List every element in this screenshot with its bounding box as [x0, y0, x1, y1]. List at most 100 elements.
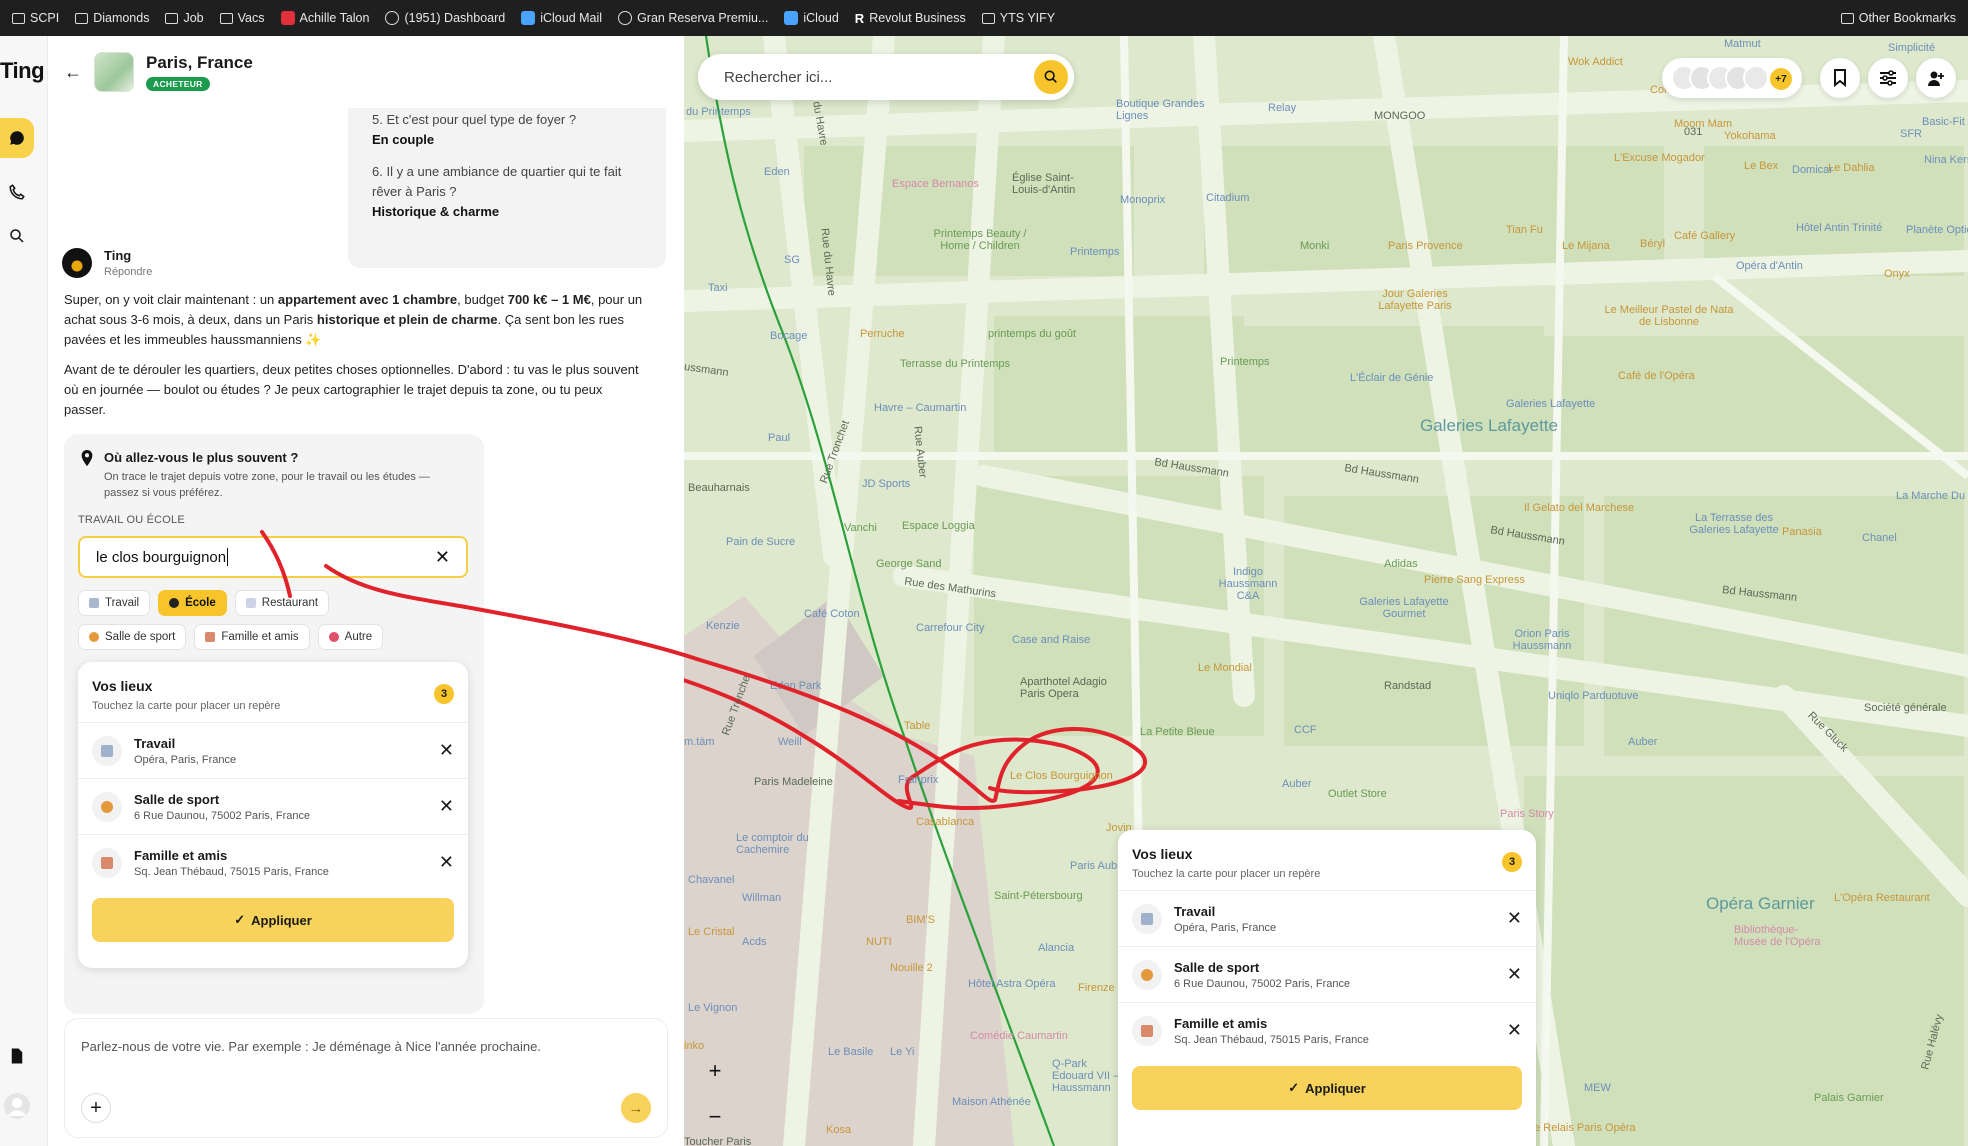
map-label-perruche[interactable]: Perruche — [860, 328, 905, 340]
map-label-carrefour[interactable]: Carrefour City — [916, 622, 984, 634]
map-label-aparthotel[interactable]: Aparthotel Adagio Paris Opera — [1020, 676, 1130, 700]
map-label-planete[interactable]: Planète Optic — [1906, 224, 1968, 236]
chip-famille-amis[interactable]: Famille et amis — [194, 624, 310, 650]
bookmark-dashboard[interactable]: (1951) Dashboard — [377, 6, 513, 30]
map-label-palais-garnier[interactable]: Palais Garnier — [1814, 1092, 1884, 1104]
map-label-panasia[interactable]: Panasia — [1782, 526, 1822, 538]
map-label-alancia[interactable]: Alancia — [1038, 942, 1074, 954]
chip-travail[interactable]: Travail — [78, 590, 151, 616]
map-label-eglise[interactable]: Église Saint-Louis-d'Antin — [1012, 172, 1102, 196]
map-label-galeries[interactable]: Galeries Lafayette — [1420, 416, 1558, 436]
map-label-sfr[interactable]: SFR — [1900, 128, 1922, 140]
map-label-maison-athenee[interactable]: Maison Athénée — [952, 1096, 1031, 1108]
remove-icon[interactable]: ✕ — [439, 796, 454, 817]
zoom-out-button[interactable]: − — [698, 1100, 732, 1134]
remove-icon[interactable]: ✕ — [1507, 964, 1522, 985]
map-label-moom-mam[interactable]: Moom Mam — [1674, 118, 1732, 130]
map-label-mew[interactable]: MEW — [1584, 1082, 1611, 1094]
profile-nav-button[interactable] — [0, 1086, 34, 1126]
map-view[interactable]: Galeries Lafayette Opéra Garnier Bd Haus… — [684, 36, 1968, 1146]
bookmark-yts[interactable]: YTS YIFY — [974, 6, 1063, 30]
map-label-petite-bleue[interactable]: La Petite Bleue — [1140, 726, 1215, 738]
back-arrow-icon[interactable]: ← — [64, 62, 82, 83]
map-label-domicar[interactable]: Domicar — [1792, 164, 1833, 176]
map-label-relay[interactable]: Relay — [1268, 102, 1296, 114]
chat-nav-button[interactable] — [0, 118, 34, 158]
zoom-in-button[interactable]: + — [698, 1054, 732, 1088]
remove-icon[interactable]: ✕ — [439, 852, 454, 873]
apply-button[interactable]: ✓ Appliquer — [1132, 1066, 1522, 1110]
bookmark-revolut[interactable]: R Revolut Business — [847, 6, 974, 30]
map-label-madeleine[interactable]: Paris Madeleine — [754, 776, 833, 788]
map-label-willman[interactable]: Willman — [742, 892, 781, 904]
map-label-dahlia[interactable]: Le Dahlia — [1828, 162, 1874, 174]
map-label-mtam[interactable]: m.tàm — [684, 736, 715, 748]
map-label-orion[interactable]: Orion Paris Haussmann — [1502, 628, 1582, 652]
map-label-table[interactable]: Table — [904, 720, 930, 732]
map-label-firenze[interactable]: Firenze — [1078, 982, 1115, 994]
map-label-monki[interactable]: Monki — [1300, 240, 1329, 252]
map-label-bocage[interactable]: Bocage — [770, 330, 807, 342]
add-user-button[interactable] — [1916, 58, 1956, 98]
bookmark-icloud[interactable]: iCloud — [776, 6, 846, 30]
filters-button[interactable] — [1868, 58, 1908, 98]
place-row[interactable]: Famille et amis Sq. Jean Thébaud, 75015 P… — [78, 834, 468, 890]
map-label-vignon[interactable]: Le Vignon — [688, 1002, 737, 1014]
map-label-paul[interactable]: Paul — [768, 432, 790, 444]
map-label-trinite[interactable]: Hôtel Antin Trinité — [1796, 222, 1882, 234]
map-label-george-sand[interactable]: George Sand — [876, 558, 941, 570]
map-label-auber-station[interactable]: Auber — [1282, 778, 1311, 790]
map-label-paris-aub[interactable]: Paris Aub — [1070, 860, 1117, 872]
map-label-opera-antin[interactable]: Opéra d'Antin — [1736, 260, 1803, 272]
remove-icon[interactable]: ✕ — [439, 740, 454, 761]
place-row[interactable]: Salle de sport 6 Rue Daunou, 75002 Paris,… — [1118, 946, 1536, 1002]
map-label-eden[interactable]: Eden — [764, 166, 790, 178]
map-label-pierre-sang[interactable]: Pierre Sang Express — [1424, 574, 1525, 586]
map-label-basic-fit[interactable]: Basic-Fit — [1922, 116, 1965, 128]
map-label-wok-addict[interactable]: Wok Addict — [1568, 56, 1623, 68]
map-label-relais[interactable]: Le Relais Paris Opéra — [1528, 1122, 1636, 1134]
document-nav-button[interactable] — [0, 1036, 34, 1076]
map-label-monoprix[interactable]: Monoprix — [1120, 194, 1165, 206]
map-label-printemps-gout[interactable]: printemps du goût — [988, 328, 1076, 340]
map-label-astra[interactable]: Hôtel Astra Opéra — [968, 978, 1055, 990]
map-label-havre-caumartin[interactable]: Havre – Caumartin — [874, 402, 966, 414]
place-row[interactable]: Travail Opéra, Paris, France ✕ — [1118, 890, 1536, 946]
map-label-yokohama[interactable]: Yokohama — [1724, 130, 1776, 142]
map-label-nuti[interactable]: NUTI — [866, 936, 892, 948]
map-label-onyx[interactable]: Onyx — [1884, 268, 1910, 280]
bookmark-scpi[interactable]: SCPI — [4, 6, 67, 30]
map-label-cristal[interactable]: Le Cristal — [688, 926, 734, 938]
attach-plus-button[interactable]: + — [81, 1093, 111, 1123]
map-label-le-bex[interactable]: Le Bex — [1744, 160, 1778, 172]
map-label-beauharnais[interactable]: Beauharnais — [688, 482, 750, 494]
map-label-citadium[interactable]: Citadium — [1206, 192, 1249, 204]
map-label-comptoir[interactable]: Le comptoir du Cachemire — [736, 832, 828, 856]
bookmark-diamonds[interactable]: Diamonds — [67, 6, 157, 30]
map-label-opera-restaurant[interactable]: L'Opéra Restaurant — [1834, 892, 1930, 904]
bookmark-vacs[interactable]: Vacs — [212, 6, 273, 30]
chip-autre[interactable]: Autre — [317, 624, 384, 650]
bookmark-gran-reserva[interactable]: Gran Reserva Premiu... — [610, 6, 776, 30]
map-label-provence[interactable]: Paris Provence — [1388, 240, 1463, 252]
map-label-ccf[interactable]: CCF — [1294, 724, 1317, 736]
map-label-case-raise[interactable]: Case and Raise — [1012, 634, 1090, 646]
map-label-societe[interactable]: Société générale — [1864, 702, 1947, 714]
map-label-kosa[interactable]: Kosa — [826, 1124, 851, 1136]
remove-icon[interactable]: ✕ — [1507, 1020, 1522, 1041]
map-label-marche[interactable]: La Marche Du — [1896, 490, 1965, 502]
search-button[interactable] — [1034, 60, 1068, 94]
map-label-le-mondial[interactable]: Le Mondial — [1198, 662, 1252, 674]
remove-icon[interactable]: ✕ — [1507, 908, 1522, 929]
map-search-input[interactable]: Rechercher ici... — [698, 54, 1074, 100]
chip-restaurant[interactable]: Restaurant — [234, 590, 330, 616]
place-row[interactable]: Salle de sport 6 Rue Daunou, 75002 Paris,… — [78, 778, 468, 834]
map-label-excuse[interactable]: L'Excuse Mogador — [1614, 152, 1705, 164]
map-label-basile[interactable]: Le Basile — [828, 1046, 873, 1058]
map-label-inko[interactable]: inko — [684, 1040, 704, 1052]
map-label-tian-fu[interactable]: Tian Fu — [1506, 224, 1543, 236]
map-label-nouille[interactable]: Nouille 2 — [890, 962, 933, 974]
phone-nav-button[interactable] — [0, 172, 34, 212]
map-label-cafe-coton[interactable]: Café Coton — [804, 608, 860, 620]
map-label-franprix[interactable]: Franprix — [898, 774, 938, 786]
